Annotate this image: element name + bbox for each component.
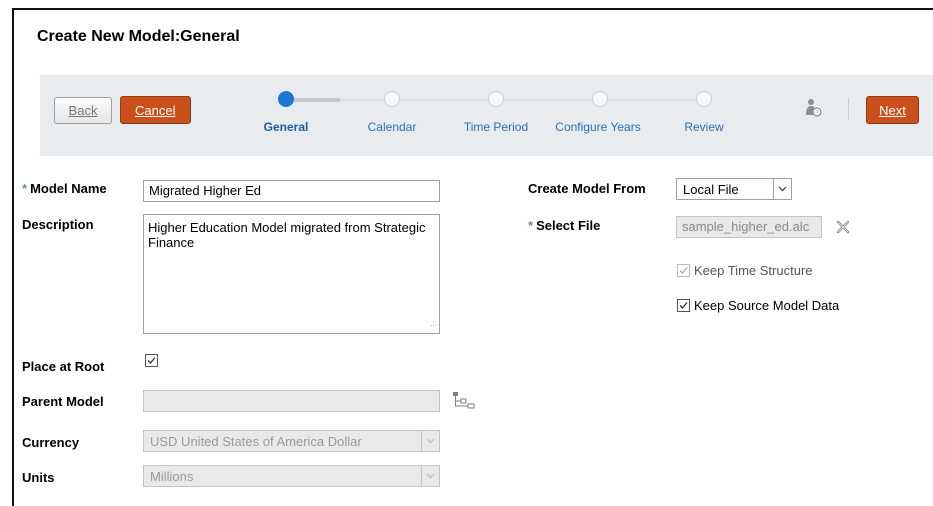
train-label-review[interactable]: Review	[659, 119, 749, 135]
create-model-from-label: Create Model From	[528, 181, 646, 196]
currency-value: USD United States of America Dollar	[150, 434, 362, 449]
train-stop-configure-years[interactable]	[592, 91, 608, 107]
create-model-from-value: Local File	[683, 182, 739, 197]
required-indicator: *	[22, 181, 28, 196]
clear-x-icon[interactable]	[836, 220, 850, 234]
toolbar-separator	[848, 98, 849, 120]
units-select: Millions	[143, 465, 440, 487]
keep-source-model-data-label: Keep Source Model Data	[694, 298, 840, 313]
train-connector	[606, 99, 698, 101]
train-label-configure-years[interactable]: Configure Years	[553, 119, 643, 135]
next-button-label: Next	[879, 102, 906, 118]
back-button-label: Back	[68, 103, 98, 118]
units-label: Units	[22, 470, 55, 485]
train-label-time-period[interactable]: Time Period	[451, 119, 541, 135]
hierarchy-tree-icon[interactable]	[452, 391, 478, 411]
check-icon	[147, 357, 156, 364]
description-text: Higher Education Model migrated from Str…	[148, 220, 426, 250]
select-file-field: sample_higher_ed.alc	[676, 216, 822, 238]
train-stop-general[interactable]	[278, 91, 294, 107]
create-model-from-select[interactable]: Local File	[676, 178, 792, 200]
model-name-label: * Model Name	[22, 181, 107, 196]
train-label-calendar[interactable]: Calendar	[347, 119, 437, 135]
currency-label: Currency	[22, 435, 80, 450]
keep-source-model-data-checkbox[interactable]	[677, 299, 690, 312]
train-connector	[398, 99, 490, 101]
back-button[interactable]: Back	[54, 97, 112, 124]
description-textarea[interactable]: Higher Education Model migrated from Str…	[143, 214, 440, 334]
check-icon	[679, 302, 688, 309]
check-icon	[679, 267, 688, 274]
cancel-button[interactable]: Cancel	[120, 96, 191, 124]
chevron-down-icon	[421, 431, 439, 451]
cancel-button-label: Cancel	[135, 102, 176, 118]
place-at-root-label: Place at Root	[22, 359, 105, 374]
description-label: Description	[22, 217, 94, 232]
user-help-icon[interactable]: ?	[804, 98, 822, 118]
keep-time-structure-checkbox	[677, 264, 690, 277]
required-indicator: *	[528, 218, 534, 233]
train-stop-review[interactable]	[696, 91, 712, 107]
train-connector	[502, 99, 594, 101]
parent-model-field	[143, 390, 440, 412]
page-title: Create New Model:General	[37, 28, 240, 45]
chevron-down-icon	[421, 466, 439, 486]
currency-select: USD United States of America Dollar	[143, 430, 440, 452]
train-label-general[interactable]: General	[241, 119, 331, 135]
train-stop-time-period[interactable]	[488, 91, 504, 107]
units-value: Millions	[150, 469, 194, 484]
train-connector	[294, 98, 340, 102]
train-connector	[340, 99, 386, 101]
next-button[interactable]: Next	[866, 96, 919, 124]
place-at-root-checkbox[interactable]	[145, 354, 158, 367]
train-stop-calendar[interactable]	[384, 91, 400, 107]
parent-model-label: Parent Model	[22, 394, 104, 409]
resize-grip-icon[interactable]: .::	[430, 316, 437, 331]
chevron-down-icon[interactable]	[773, 179, 791, 199]
model-name-field[interactable]: Migrated Higher Ed	[143, 180, 440, 202]
select-file-label: * Select File	[528, 218, 601, 233]
keep-time-structure-label: Keep Time Structure	[694, 263, 813, 278]
